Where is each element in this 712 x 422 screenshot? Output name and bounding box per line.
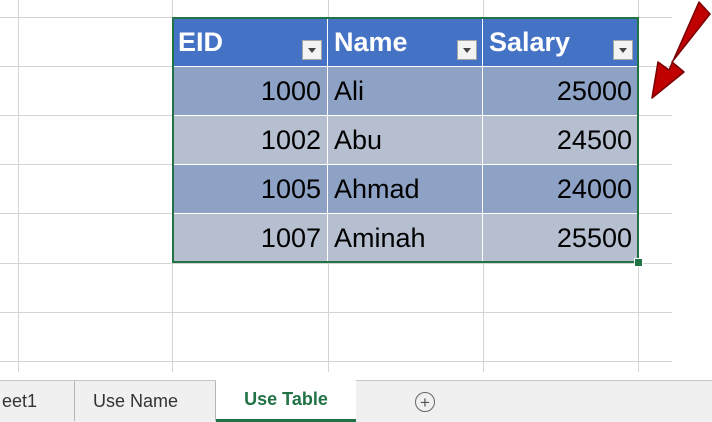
cell-name[interactable]: Aminah bbox=[328, 214, 483, 262]
cell-eid[interactable]: 1007 bbox=[172, 214, 328, 262]
cell-salary[interactable]: 25500 bbox=[483, 214, 638, 262]
header-label-name: Name bbox=[334, 26, 408, 57]
sheet-tab-sheet1[interactable]: eet1 bbox=[0, 381, 75, 421]
table-row: 1007 Aminah 25500 bbox=[172, 213, 638, 262]
header-cell-name[interactable]: Name bbox=[328, 18, 483, 66]
grid-row-line bbox=[0, 263, 672, 264]
filter-dropdown-icon[interactable] bbox=[457, 40, 477, 60]
cell-name[interactable]: Ahmad bbox=[328, 165, 483, 213]
grid-row-line bbox=[0, 361, 672, 362]
grid-column-line bbox=[638, 0, 639, 372]
employee-table[interactable]: EID Name Salary 1000 Ali 25000 1002 Abu … bbox=[172, 18, 638, 263]
cell-eid[interactable]: 1005 bbox=[172, 165, 328, 213]
grid-column-line bbox=[18, 0, 19, 372]
grid-row-line bbox=[0, 312, 672, 313]
cell-name[interactable]: Abu bbox=[328, 116, 483, 164]
header-label-eid: EID bbox=[178, 26, 224, 57]
cell-salary[interactable]: 24000 bbox=[483, 165, 638, 213]
cell-name[interactable]: Ali bbox=[328, 67, 483, 115]
annotation-arrow-icon bbox=[651, 1, 711, 99]
add-sheet-button[interactable]: + bbox=[415, 392, 435, 412]
sheet-tab-label: Use Table bbox=[244, 389, 328, 409]
cell-eid[interactable]: 1002 bbox=[172, 116, 328, 164]
sheet-tab-label: Use Name bbox=[93, 390, 179, 411]
cell-salary[interactable]: 24500 bbox=[483, 116, 638, 164]
plus-icon: + bbox=[420, 392, 430, 412]
header-cell-salary[interactable]: Salary bbox=[483, 18, 638, 66]
sheet-tab-bar: eet1 Use Name Use Table + bbox=[0, 380, 712, 422]
header-cell-eid[interactable]: EID bbox=[172, 18, 328, 66]
table-row: 1002 Abu 24500 bbox=[172, 115, 638, 164]
table-resize-handle[interactable] bbox=[634, 258, 643, 267]
header-label-salary: Salary bbox=[489, 26, 571, 57]
table-row: 1005 Ahmad 24000 bbox=[172, 164, 638, 213]
cell-salary[interactable]: 25000 bbox=[483, 67, 638, 115]
sheet-tab-use-name[interactable]: Use Name bbox=[75, 381, 216, 421]
filter-dropdown-icon[interactable] bbox=[613, 40, 633, 60]
table-header-row: EID Name Salary bbox=[172, 18, 638, 66]
table-row: 1000 Ali 25000 bbox=[172, 66, 638, 115]
sheet-tab-use-table[interactable]: Use Table bbox=[216, 380, 356, 422]
filter-dropdown-icon[interactable] bbox=[302, 40, 322, 60]
cell-eid[interactable]: 1000 bbox=[172, 67, 328, 115]
sheet-tab-label: eet1 bbox=[2, 390, 38, 411]
